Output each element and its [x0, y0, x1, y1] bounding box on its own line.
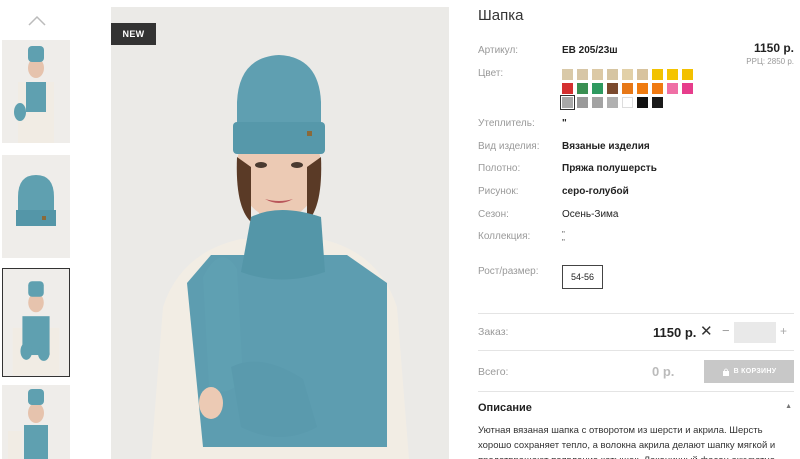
article-value: EB 205/23ш [562, 45, 618, 56]
increase-quantity-button[interactable]: + [780, 324, 787, 338]
rrp-price: РРЦ: 2850 р. [746, 57, 794, 66]
thumbnail-2[interactable] [2, 155, 70, 258]
product-main-image[interactable] [111, 7, 449, 459]
thumbnail-4[interactable] [2, 385, 70, 459]
product-page: NEW Шапка Артикул: EB 205/23ш 1150 р. РР… [0, 0, 800, 459]
add-to-cart-label: В КОРЗИНУ [733, 368, 777, 375]
color-swatch[interactable] [592, 97, 603, 108]
color-swatch[interactable] [607, 97, 618, 108]
collection-value-line-2: " [562, 238, 565, 247]
type-value: Вязаные изделия [562, 141, 650, 152]
pattern-value: серо-голубой [562, 186, 629, 197]
quantity-input[interactable] [734, 322, 776, 343]
total-label: Всего: [478, 366, 509, 378]
chevron-up-icon[interactable] [26, 12, 48, 28]
color-swatch[interactable] [667, 69, 678, 80]
size-label: Рост/размер: [478, 266, 539, 277]
article-label: Артикул: [478, 45, 519, 56]
divider [478, 350, 794, 351]
color-swatch[interactable] [562, 83, 573, 94]
divider [478, 313, 794, 314]
total-price: 0 р. [652, 364, 675, 379]
color-swatch[interactable] [637, 97, 648, 108]
color-swatch[interactable] [607, 83, 618, 94]
color-swatch[interactable] [562, 69, 573, 80]
season-label: Сезон: [478, 209, 509, 220]
collection-label: Коллекция: [478, 231, 531, 242]
product-title: Шапка [478, 7, 524, 24]
color-swatch[interactable] [622, 69, 633, 80]
order-price: 1150 р. [653, 325, 697, 340]
color-label: Цвет: [478, 68, 504, 79]
color-swatch[interactable] [622, 97, 633, 108]
color-swatch[interactable] [667, 83, 678, 94]
color-swatch[interactable] [592, 69, 603, 80]
insulation-label: Утеплитель: [478, 118, 535, 129]
description-title[interactable]: Описание [478, 402, 532, 414]
season-value: Осень-Зима [562, 209, 619, 220]
decrease-quantity-button[interactable]: − [722, 323, 730, 338]
fabric-value: Пряжа полушерсть [562, 163, 657, 174]
color-swatch[interactable] [622, 83, 633, 94]
color-swatch[interactable] [637, 83, 648, 94]
thumbnail-gallery [0, 0, 75, 459]
color-swatch[interactable] [682, 83, 693, 94]
product-price: 1150 р. [753, 41, 794, 55]
divider [478, 391, 794, 392]
color-swatch[interactable] [560, 95, 575, 110]
collapse-arrow-icon[interactable]: ▲ [785, 403, 792, 410]
color-swatch[interactable] [637, 69, 648, 80]
color-swatch[interactable] [577, 83, 588, 94]
color-swatch[interactable] [682, 69, 693, 80]
color-swatch[interactable] [607, 69, 618, 80]
multiply-icon: ✕ [700, 323, 713, 340]
color-swatch[interactable] [577, 69, 588, 80]
type-label: Вид изделия: [478, 141, 540, 152]
new-badge: NEW [111, 23, 156, 45]
color-swatch[interactable] [592, 83, 603, 94]
cart-icon [722, 368, 729, 376]
order-label: Заказ: [478, 326, 509, 338]
size-option-54-56[interactable]: 54-56 [562, 265, 603, 289]
description-text: Уютная вязаная шапка с отворотом из шерс… [478, 425, 776, 459]
pattern-label: Рисунок: [478, 186, 519, 197]
add-to-cart-button[interactable]: В КОРЗИНУ [704, 360, 794, 383]
color-swatch[interactable] [652, 83, 663, 94]
color-swatch[interactable] [652, 69, 663, 80]
fabric-label: Полотно: [478, 163, 521, 174]
color-swatch[interactable] [577, 97, 588, 108]
color-swatch[interactable] [652, 97, 663, 108]
collection-value: " " [562, 231, 565, 247]
thumbnail-1[interactable] [2, 40, 70, 143]
thumbnail-3[interactable] [2, 268, 70, 377]
product-info-panel: Шапка Артикул: EB 205/23ш 1150 р. РРЦ: 2… [478, 0, 800, 459]
insulation-value: " [562, 118, 567, 129]
